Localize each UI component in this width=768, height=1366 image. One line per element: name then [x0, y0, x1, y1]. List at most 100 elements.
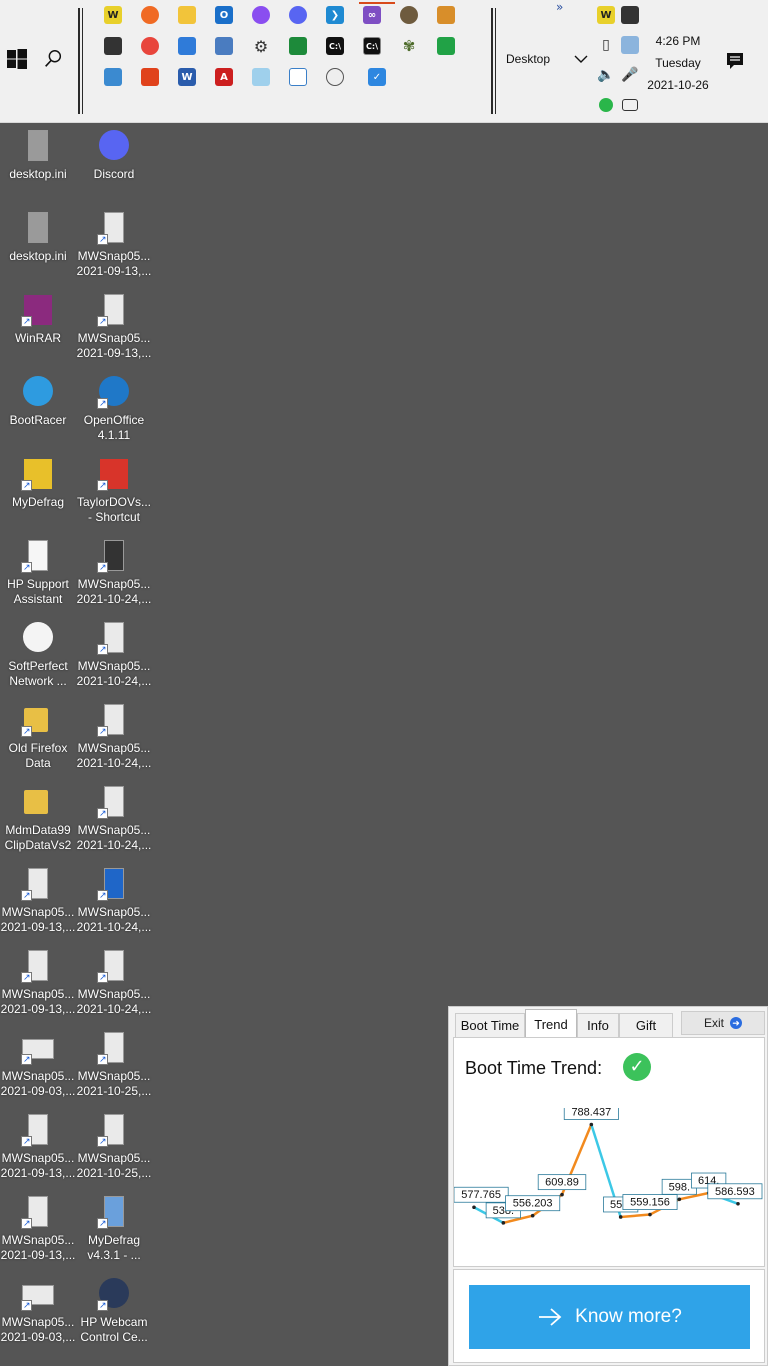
desktop-icon[interactable]: MWSnap05...2021-10-24,... [76, 703, 152, 771]
clock-day: Tuesday [655, 56, 701, 70]
winclip-tray-icon[interactable]: W [593, 2, 619, 28]
desktop-icon-image [97, 539, 131, 575]
desktop-icon-label: MWSnap05... [1, 1315, 75, 1329]
desktop-icon[interactable]: MWSnap05...2021-09-13,... [76, 293, 152, 361]
gimp-icon[interactable] [396, 2, 422, 28]
desktop-icon[interactable]: MyDefrag [0, 457, 76, 510]
settings-gear-icon[interactable]: ⚙ [248, 33, 274, 59]
desktop-icon[interactable]: HP SupportAssistant [0, 539, 76, 607]
network-icon[interactable] [174, 33, 200, 59]
paint-icon[interactable] [433, 2, 459, 28]
tab-trend[interactable]: Trend [525, 1009, 577, 1039]
desktop-icon-image [97, 1195, 131, 1231]
acrobat-icon[interactable]: A [211, 64, 237, 90]
clock[interactable]: 4:26 PM Tuesday 2021-10-26 [640, 30, 716, 96]
green-app-icon[interactable] [285, 33, 311, 59]
toolbar-overflow-button[interactable]: » [556, 0, 563, 14]
outlook-icon[interactable]: O [211, 2, 237, 28]
notepad-icon[interactable] [248, 64, 274, 90]
desktop-toolbar-label[interactable]: Desktop [506, 52, 550, 66]
shortcut-arrow-icon [21, 1052, 32, 1067]
usb-drive-icon[interactable]: ▯ [593, 32, 619, 58]
tab-info[interactable]: Info [577, 1013, 619, 1037]
discord-icon[interactable] [285, 2, 311, 28]
file-explorer-icon[interactable] [174, 2, 200, 28]
firefox-icon[interactable] [137, 2, 163, 28]
contact-card-icon[interactable] [100, 64, 126, 90]
desktop-icon[interactable]: MWSnap05...2021-10-24,... [76, 867, 152, 935]
bootracer-widget: Boot Time Trend Info Gift Exit ➜ Boot Ti… [448, 1006, 768, 1366]
desktop-icon[interactable]: MWSnap05...2021-10-24,... [76, 949, 152, 1017]
desktop-icon[interactable]: MWSnap05...2021-10-24,... [76, 539, 152, 607]
desktop-icon[interactable]: MWSnap05...2021-10-25,... [76, 1031, 152, 1099]
word-icon[interactable]: W [174, 64, 200, 90]
start-button[interactable] [6, 48, 30, 72]
desktop-icon[interactable]: MWSnap05...2021-10-24,... [76, 621, 152, 689]
tree-app-icon[interactable]: ✾ [396, 33, 422, 59]
taskbar: W O ❯ ∞ ⚙ C:\ C:\ ✾ W A ✓ » Desktop W ▯ … [0, 0, 768, 123]
desktop-icon[interactable]: MWSnap05...2021-09-13,... [0, 1195, 76, 1263]
green-shield-tray-icon[interactable] [593, 92, 619, 118]
shortcut-arrow-icon [21, 1216, 32, 1231]
control-panel-icon[interactable] [211, 33, 237, 59]
desktop-icon[interactable]: desktop.ini [0, 129, 76, 182]
exit-button[interactable]: Exit ➜ [681, 1011, 765, 1035]
desktop-icon[interactable]: Old FirefoxData [0, 703, 76, 771]
volume-icon[interactable]: 🔈 [593, 62, 619, 88]
desktop-icon-image [97, 867, 131, 903]
action-center-icon[interactable] [726, 52, 744, 70]
desktop-icon[interactable]: MWSnap05...2021-09-13,... [0, 1113, 76, 1181]
webcam-tray-icon[interactable] [617, 2, 643, 28]
desktop-icon[interactable]: Discord [76, 129, 152, 182]
data-label: 609.89 [537, 1174, 587, 1191]
desktop-icon[interactable]: WinRAR [0, 293, 76, 346]
desktop-icon[interactable]: OpenOffice4.1.11 [76, 375, 152, 443]
search-button[interactable] [42, 48, 66, 72]
data-label: 586.593 [707, 1183, 763, 1200]
desktop-icon-label: MWSnap05... [77, 1151, 151, 1165]
vscode-icon[interactable]: ❯ [322, 2, 348, 28]
desktop-icon-label: Old Firefox [8, 741, 68, 755]
clock-app-icon[interactable] [322, 64, 348, 90]
tab-boot-time[interactable]: Boot Time [455, 1013, 525, 1037]
desktop-icon-image [97, 129, 131, 163]
desktop-icon-sublabel: 2021-10-25,... [76, 1084, 152, 1098]
desktop-icon[interactable]: MdmData99 ClipDataVs2 [0, 785, 76, 853]
desktop-icon-image [21, 867, 55, 903]
desktop-icon-sublabel: 2021-10-24,... [76, 838, 152, 852]
todo-check-icon[interactable]: ✓ [359, 2, 395, 90]
desktop-icon[interactable]: TaylorDOVs...- Shortcut [76, 457, 152, 525]
search-icon [45, 50, 62, 67]
desktop-icon-sublabel: 2021-09-03,... [0, 1330, 76, 1344]
visual-studio-icon[interactable]: ∞ [359, 2, 385, 28]
chrome-icon[interactable] [137, 33, 163, 59]
command-prompt-admin-icon[interactable]: C:\ [359, 33, 385, 59]
desktop-icon[interactable]: MWSnap05...2021-09-13,... [76, 211, 152, 279]
desktop-icon[interactable]: BootRacer [0, 375, 76, 428]
desktop-icon-sublabel: 2021-10-24,... [76, 756, 152, 770]
desktop-icon[interactable]: MWSnap05...2021-09-03,... [0, 1031, 76, 1099]
desktop-icon-sublabel: 2021-09-13,... [76, 264, 152, 278]
tab-gift[interactable]: Gift [619, 1013, 673, 1037]
desktop-icon[interactable]: SoftPerfect Network ... [0, 621, 76, 689]
desktop-icon[interactable]: MWSnap05...2021-10-25,... [76, 1113, 152, 1181]
office-icon[interactable] [137, 64, 163, 90]
desktop-icon-label: MWSnap05... [1, 1069, 75, 1083]
desktop-icon[interactable]: MyDefragv4.3.1 - ... [76, 1195, 152, 1263]
desktop-icon-label: TaylorDOVs... [76, 495, 151, 509]
messenger-icon[interactable] [248, 2, 274, 28]
know-more-button[interactable]: Know more? [469, 1285, 750, 1349]
webcam-icon[interactable] [100, 33, 126, 59]
winclip-icon[interactable]: W [100, 2, 126, 28]
desktop-icon[interactable]: MWSnap05...2021-09-13,... [0, 867, 76, 935]
desktop-icon[interactable]: MWSnap05...2021-10-24,... [76, 785, 152, 853]
desktop-icon[interactable]: HP WebcamControl Ce... [76, 1277, 152, 1345]
desktop-icon[interactable]: MWSnap05...2021-09-03,... [0, 1277, 76, 1345]
document-icon[interactable] [285, 64, 311, 90]
desktop-icon-image [97, 211, 131, 247]
desktop-icon[interactable]: desktop.ini [0, 211, 76, 264]
green-grid-icon[interactable] [433, 33, 459, 59]
command-prompt-icon[interactable]: C:\ [322, 33, 348, 59]
desktop-icon[interactable]: MWSnap05...2021-09-13,... [0, 949, 76, 1017]
chevron-down-icon[interactable] [574, 54, 588, 64]
